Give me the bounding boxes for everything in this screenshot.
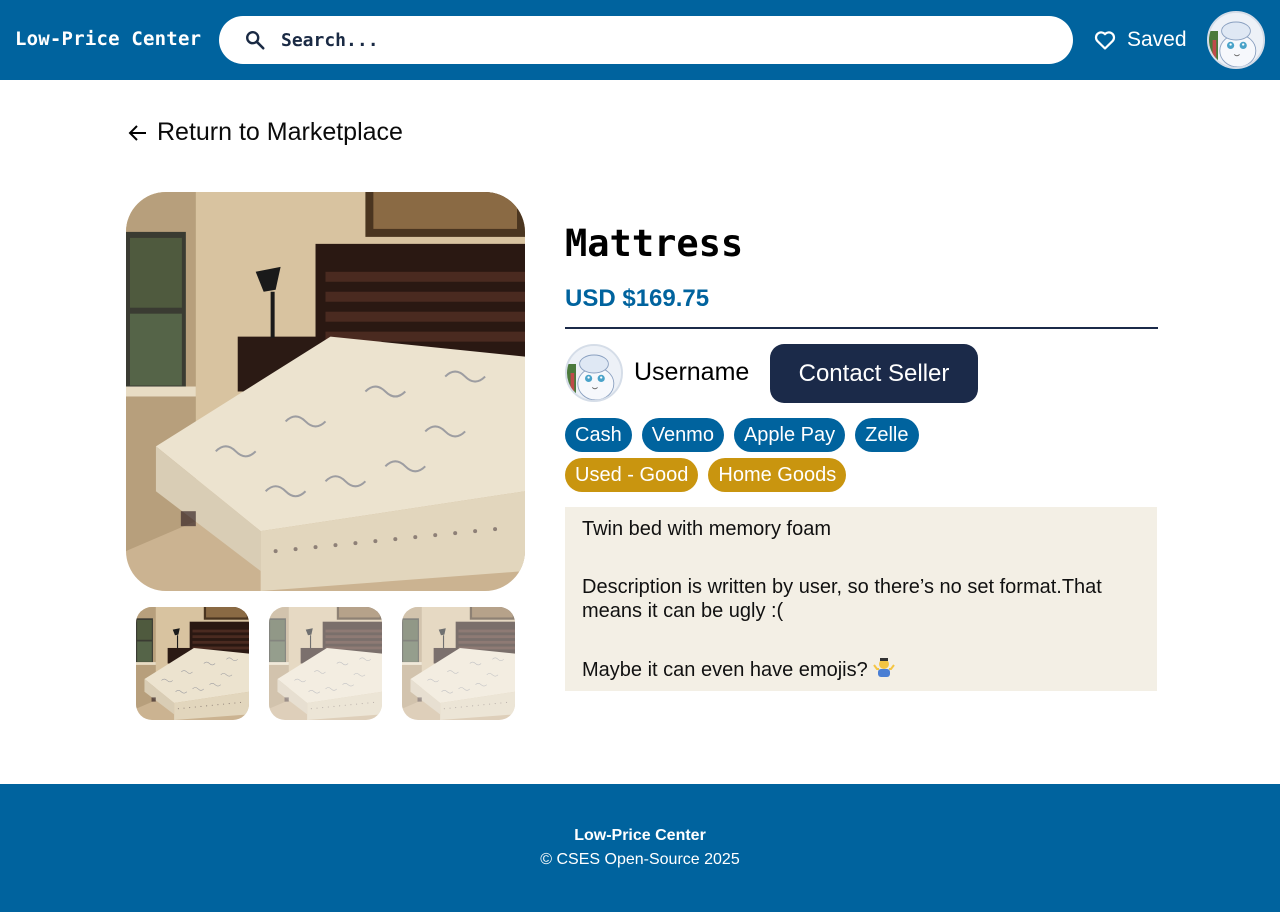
return-link-label: Return to Marketplace (157, 118, 403, 146)
description-paragraph: Maybe it can even have emojis? (582, 657, 1140, 682)
shrug-emoji-icon (873, 658, 896, 677)
thumbnail-3[interactable] (402, 607, 515, 720)
arrow-left-icon (128, 124, 146, 141)
category-tag: Home Goods (708, 458, 847, 492)
brand-logo-text[interactable]: Low-Price Center (15, 28, 201, 50)
avatar-image (567, 346, 621, 400)
description-text: Maybe it can even have emojis? (582, 659, 868, 681)
search-bar[interactable] (219, 16, 1073, 64)
listing-title: Mattress (565, 222, 744, 265)
contact-seller-button[interactable]: Contact Seller (770, 344, 978, 403)
mattress-thumbnail (136, 607, 249, 720)
avatar-image (1209, 13, 1263, 67)
payment-tag: Venmo (641, 418, 724, 452)
search-icon (246, 31, 265, 50)
saved-label: Saved (1127, 28, 1187, 51)
page-footer: Low-Price Center © CSES Open-Source 2025 (0, 784, 1280, 912)
payment-method-tags: Cash Venmo Apple Pay Zelle (565, 418, 1165, 452)
thumbnail-1[interactable] (136, 607, 249, 720)
attribute-tags: Used - Good Home Goods (565, 458, 1165, 492)
saved-button[interactable]: Saved (1093, 26, 1187, 54)
thumbnail-2[interactable] (269, 607, 382, 720)
mattress-photo (126, 192, 525, 591)
footer-brand: Low-Price Center (574, 827, 706, 844)
divider (565, 327, 1158, 329)
description-paragraph: Twin bed with memory foam (582, 518, 831, 540)
payment-tag: Cash (565, 418, 632, 452)
footer-copyright: © CSES Open-Source 2025 (540, 851, 740, 868)
search-input[interactable] (281, 26, 1041, 54)
payment-tag: Apple Pay (733, 418, 846, 452)
mattress-thumbnail (402, 607, 515, 720)
top-navbar: Low-Price Center Saved (0, 0, 1280, 80)
user-avatar[interactable] (1207, 11, 1265, 69)
condition-tag: Used - Good (565, 458, 699, 492)
payment-tag: Zelle (855, 418, 919, 452)
listing-price: USD $169.75 (565, 285, 710, 312)
listing-description: Twin bed with memory foam Description is… (565, 507, 1157, 691)
return-to-marketplace-link[interactable]: Return to Marketplace (126, 118, 403, 147)
seller-username[interactable]: Username (634, 358, 749, 387)
heart-icon (1094, 31, 1116, 50)
description-paragraph: Description is written by user, so there… (582, 576, 1102, 622)
seller-avatar[interactable] (565, 344, 623, 402)
main-product-photo[interactable] (126, 192, 525, 591)
mattress-thumbnail (269, 607, 382, 720)
